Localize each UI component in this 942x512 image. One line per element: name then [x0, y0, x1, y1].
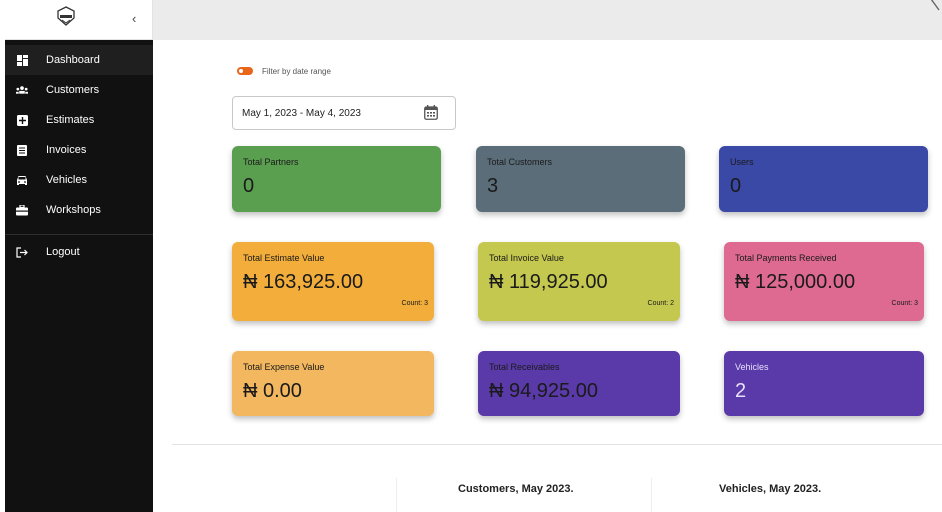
card-label: Total Estimate Value — [243, 253, 325, 263]
vehicles-card[interactable]: Vehicles 2 — [724, 351, 924, 416]
card-count: Count: 2 — [647, 300, 674, 307]
date-range-input[interactable]: May 1, 2023 - May 4, 2023 — [232, 96, 456, 130]
total-expense-value-card[interactable]: Total Expense Value ₦ 0.00 — [232, 351, 434, 416]
card-value: 0 — [243, 175, 255, 197]
sidebar-item-customers[interactable]: Customers — [5, 75, 153, 105]
date-filter-toggle[interactable] — [237, 67, 253, 75]
total-estimate-value-card[interactable]: Total Estimate Value ₦ 163,925.00 Count:… — [232, 242, 434, 321]
dashboard-icon — [16, 54, 28, 66]
sidebar-item-label: Workshops — [46, 204, 101, 216]
sidebar: ‹ Dashboard Customers Estimates Invoices — [5, 0, 153, 512]
chevron-right-icon[interactable] — [929, 0, 941, 21]
workshop-icon — [16, 204, 28, 216]
card-value: ₦ 94,925.00 — [489, 380, 598, 402]
top-bar — [153, 0, 942, 40]
chart-separator — [396, 478, 397, 512]
sidebar-item-label: Estimates — [46, 114, 95, 126]
card-label: Vehicles — [735, 362, 769, 372]
total-payments-received-card[interactable]: Total Payments Received ₦ 125,000.00 Cou… — [724, 242, 924, 321]
collapse-sidebar-button[interactable]: ‹ — [132, 11, 136, 26]
autocare-logo — [57, 6, 75, 26]
invoices-icon — [16, 144, 28, 156]
total-receivables-card[interactable]: Total Receivables ₦ 94,925.00 — [478, 351, 680, 416]
card-label: Total Invoice Value — [489, 253, 564, 263]
card-count: Count: 3 — [891, 300, 918, 307]
card-label: Total Receivables — [489, 362, 560, 372]
sidebar-item-invoices[interactable]: Invoices — [5, 135, 153, 165]
card-value: 3 — [487, 175, 499, 197]
sidebar-item-estimates[interactable]: Estimates — [5, 105, 153, 135]
date-filter-label: Filter by date range — [262, 67, 331, 76]
card-count: Count: 3 — [401, 300, 428, 307]
card-label: Total Payments Received — [735, 253, 837, 263]
total-customers-card[interactable]: Total Customers 3 — [476, 146, 685, 212]
sidebar-item-vehicles[interactable]: Vehicles — [5, 165, 153, 195]
card-value: ₦ 119,925.00 — [489, 271, 608, 293]
calendar-icon[interactable] — [424, 105, 438, 120]
total-partners-card[interactable]: Total Partners 0 — [232, 146, 441, 212]
sidebar-item-label: Vehicles — [46, 174, 87, 186]
card-value: 0 — [730, 175, 742, 197]
logout-button[interactable]: Logout — [5, 237, 153, 267]
sidebar-item-workshops[interactable]: Workshops — [5, 195, 153, 225]
card-label: Total Customers — [487, 157, 553, 167]
users-card[interactable]: Users 0 — [719, 146, 928, 212]
card-label: Total Expense Value — [243, 362, 325, 372]
customers-chart-title: Customers, May 2023. — [458, 483, 574, 495]
customers-icon — [16, 84, 28, 96]
card-value: ₦ 163,925.00 — [243, 271, 364, 293]
section-divider — [172, 444, 942, 445]
sidebar-nav: Dashboard Customers Estimates Invoices V… — [5, 45, 153, 267]
logo-bar: ‹ — [5, 0, 153, 40]
sidebar-divider — [5, 234, 153, 235]
car-icon — [16, 174, 28, 186]
logout-label: Logout — [46, 246, 80, 258]
logout-icon — [16, 246, 28, 258]
vehicles-chart-title: Vehicles, May 2023. — [719, 483, 822, 495]
estimates-icon — [16, 114, 28, 126]
card-value: ₦ 125,000.00 — [735, 271, 856, 293]
total-invoice-value-card[interactable]: Total Invoice Value ₦ 119,925.00 Count: … — [478, 242, 680, 321]
sidebar-item-label: Invoices — [46, 144, 87, 156]
card-label: Total Partners — [243, 157, 299, 167]
date-range-value: May 1, 2023 - May 4, 2023 — [242, 108, 361, 119]
chart-separator — [651, 478, 652, 512]
sidebar-item-dashboard[interactable]: Dashboard — [5, 45, 153, 75]
card-value: ₦ 0.00 — [243, 380, 302, 402]
card-value: 2 — [735, 380, 747, 402]
sidebar-item-label: Dashboard — [46, 54, 100, 66]
card-label: Users — [730, 157, 754, 167]
sidebar-item-label: Customers — [46, 84, 100, 96]
